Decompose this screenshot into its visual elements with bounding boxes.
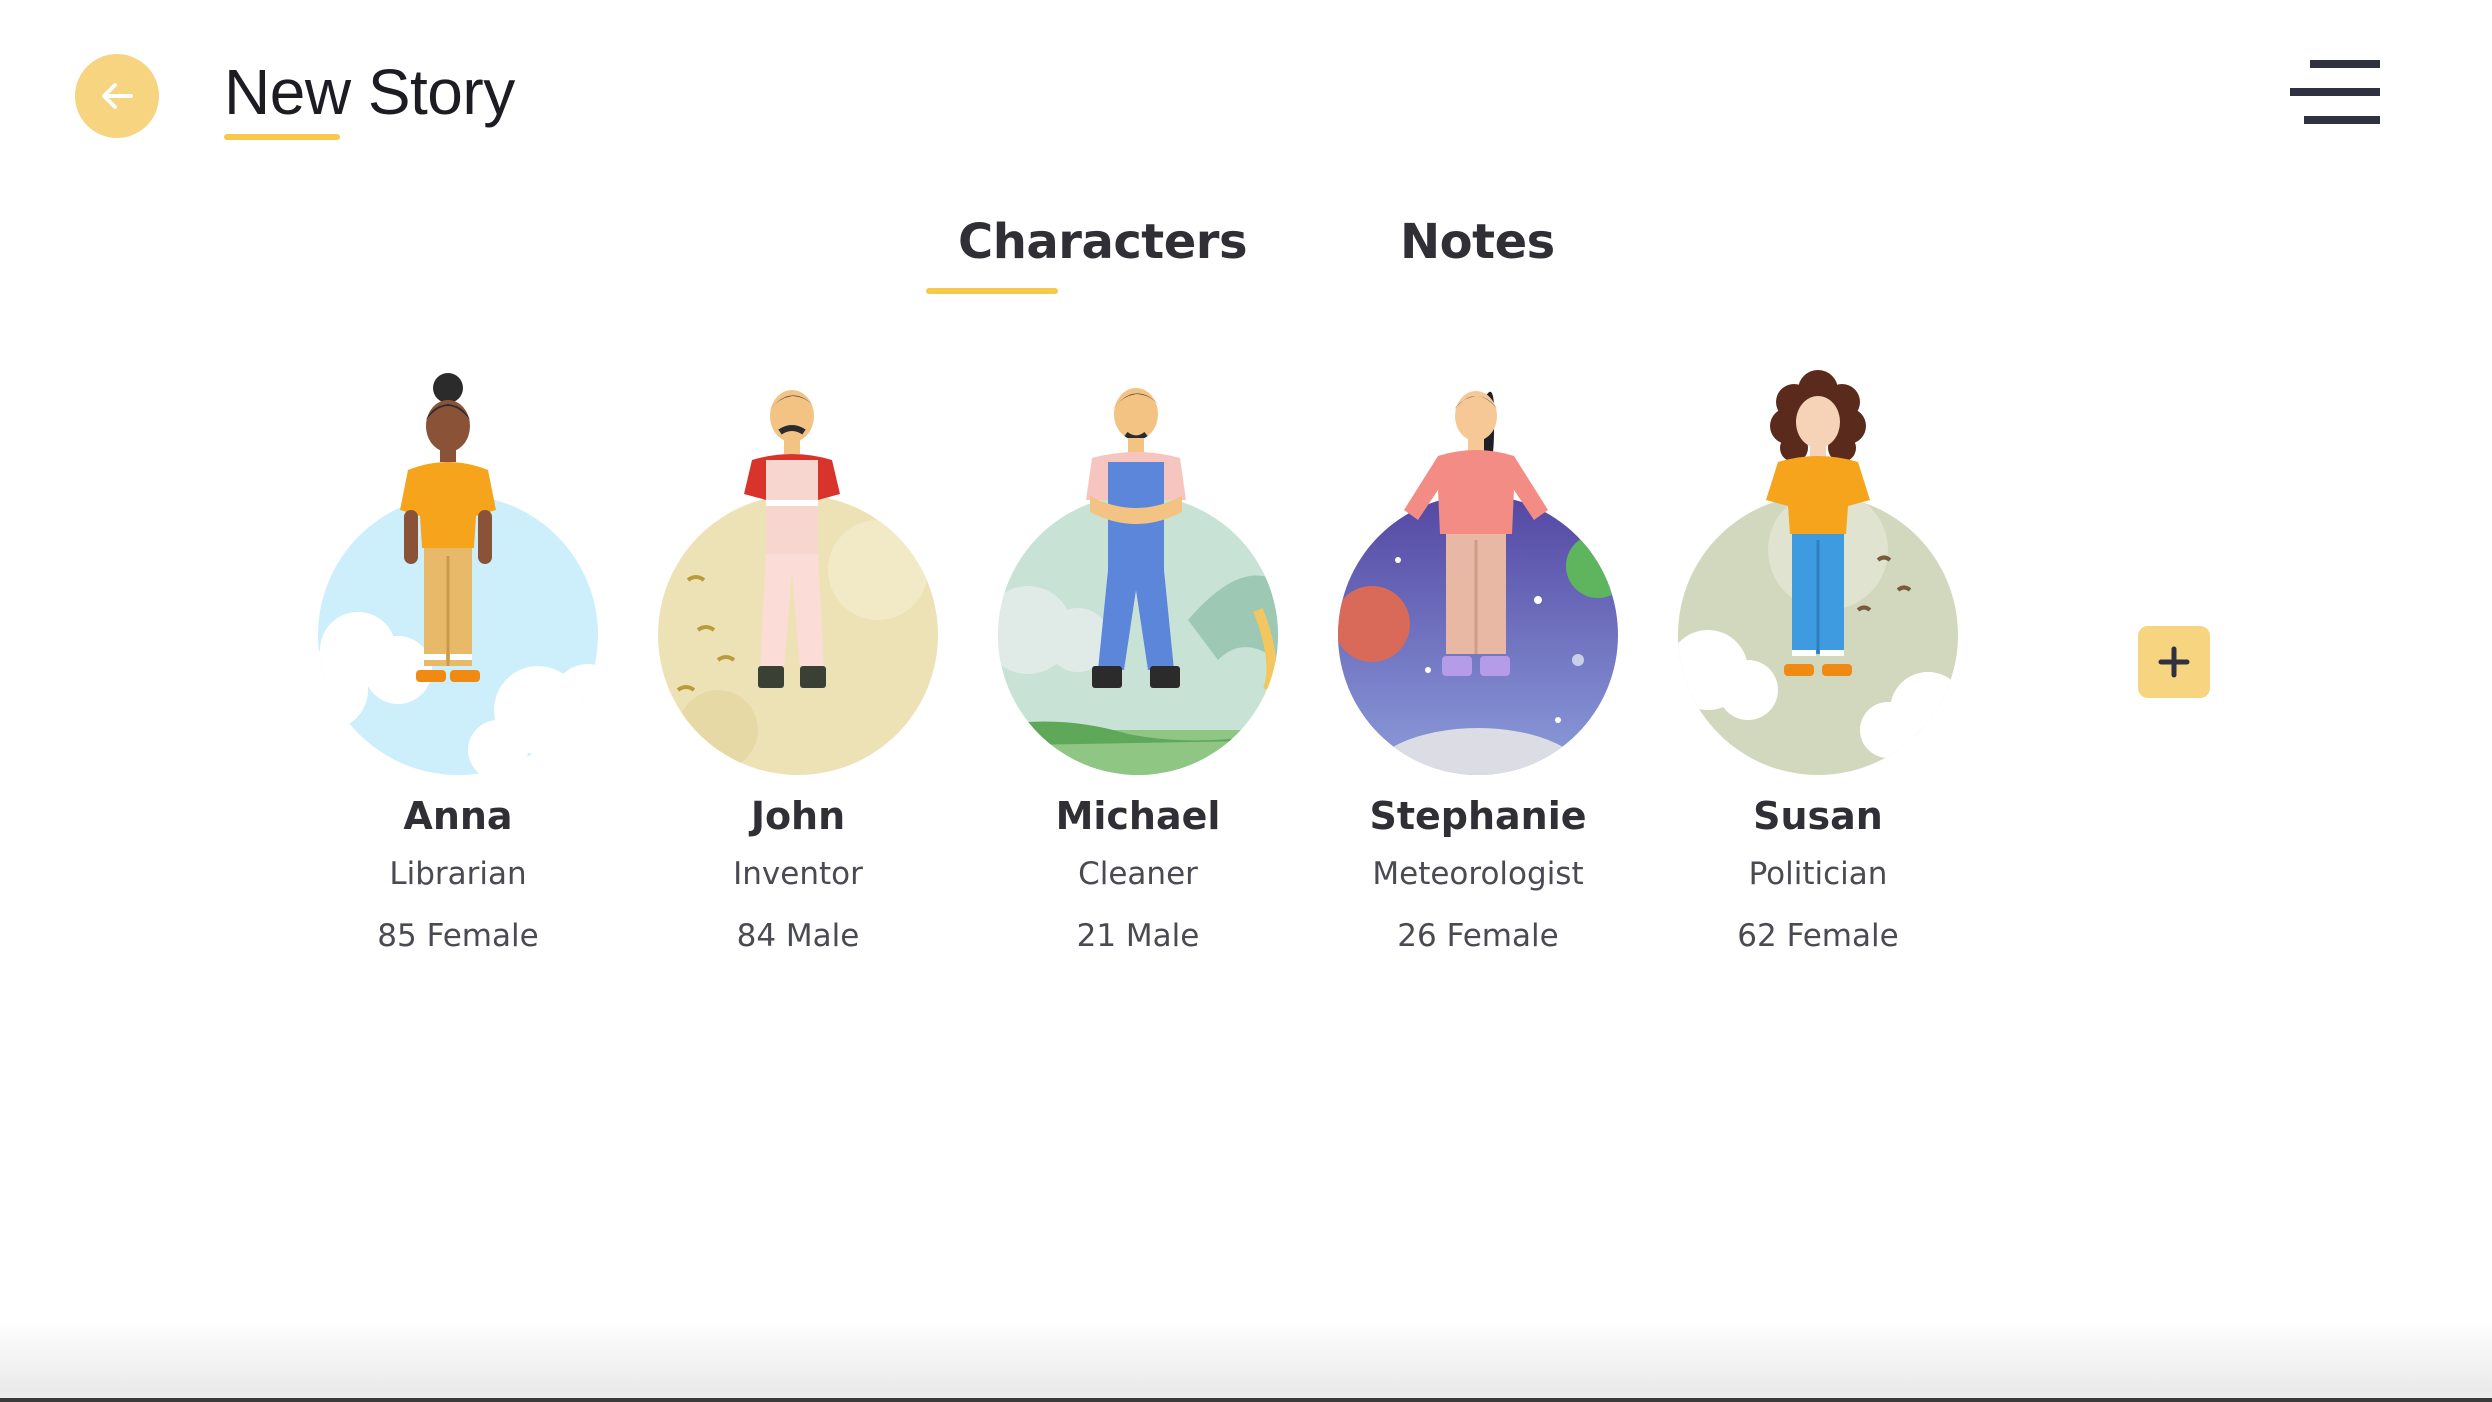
title-underline xyxy=(224,134,340,140)
tab-notes[interactable]: Notes xyxy=(1400,214,1555,270)
app-header: New Story xyxy=(0,0,2492,160)
character-occupation: Inventor xyxy=(733,856,863,892)
bottom-border xyxy=(0,1398,2492,1402)
arrow-left-icon xyxy=(102,83,133,109)
plus-icon xyxy=(2158,646,2190,678)
character-name: Stephanie xyxy=(1369,794,1587,838)
add-character-button[interactable] xyxy=(2138,626,2210,698)
character-name: Michael xyxy=(1055,794,1221,838)
page-title: New Story xyxy=(224,56,515,128)
bottom-shadow xyxy=(0,1320,2492,1402)
character-card-stephanie[interactable]: Stephanie Meteorologist 26 Female xyxy=(1308,370,1648,970)
character-portrait xyxy=(658,390,938,775)
character-name: John xyxy=(750,794,846,838)
character-age-gender: 85 Female xyxy=(377,918,539,954)
character-age-gender: 21 Male xyxy=(1076,918,1200,954)
character-occupation: Librarian xyxy=(389,856,527,892)
character-age-gender: 26 Female xyxy=(1397,918,1559,954)
character-name: Susan xyxy=(1753,794,1883,838)
character-occupation: Meteorologist xyxy=(1372,856,1584,892)
character-age-gender: 84 Male xyxy=(736,918,860,954)
active-tab-indicator xyxy=(926,288,1058,294)
character-age-gender: 62 Female xyxy=(1737,918,1899,954)
hamburger-menu-icon xyxy=(2310,60,2380,68)
tab-bar: Characters Notes xyxy=(0,200,2492,300)
menu-button[interactable] xyxy=(2290,60,2380,128)
character-name: Anna xyxy=(403,794,513,838)
character-portrait xyxy=(1678,370,1958,775)
back-button[interactable] xyxy=(75,54,159,138)
character-occupation: Cleaner xyxy=(1078,856,1198,892)
character-portrait xyxy=(998,388,1278,775)
character-card-john[interactable]: John Inventor 84 Male xyxy=(628,370,968,970)
character-portrait xyxy=(318,373,598,775)
character-card-susan[interactable]: Susan Politician 62 Female xyxy=(1648,370,1988,970)
character-card-anna[interactable]: Anna Librarian 85 Female xyxy=(288,370,628,970)
character-occupation: Politician xyxy=(1748,856,1888,892)
character-card-michael[interactable]: Michael Cleaner 21 Male xyxy=(968,370,1308,970)
tab-characters[interactable]: Characters xyxy=(958,214,1248,270)
character-portrait xyxy=(1338,391,1618,775)
